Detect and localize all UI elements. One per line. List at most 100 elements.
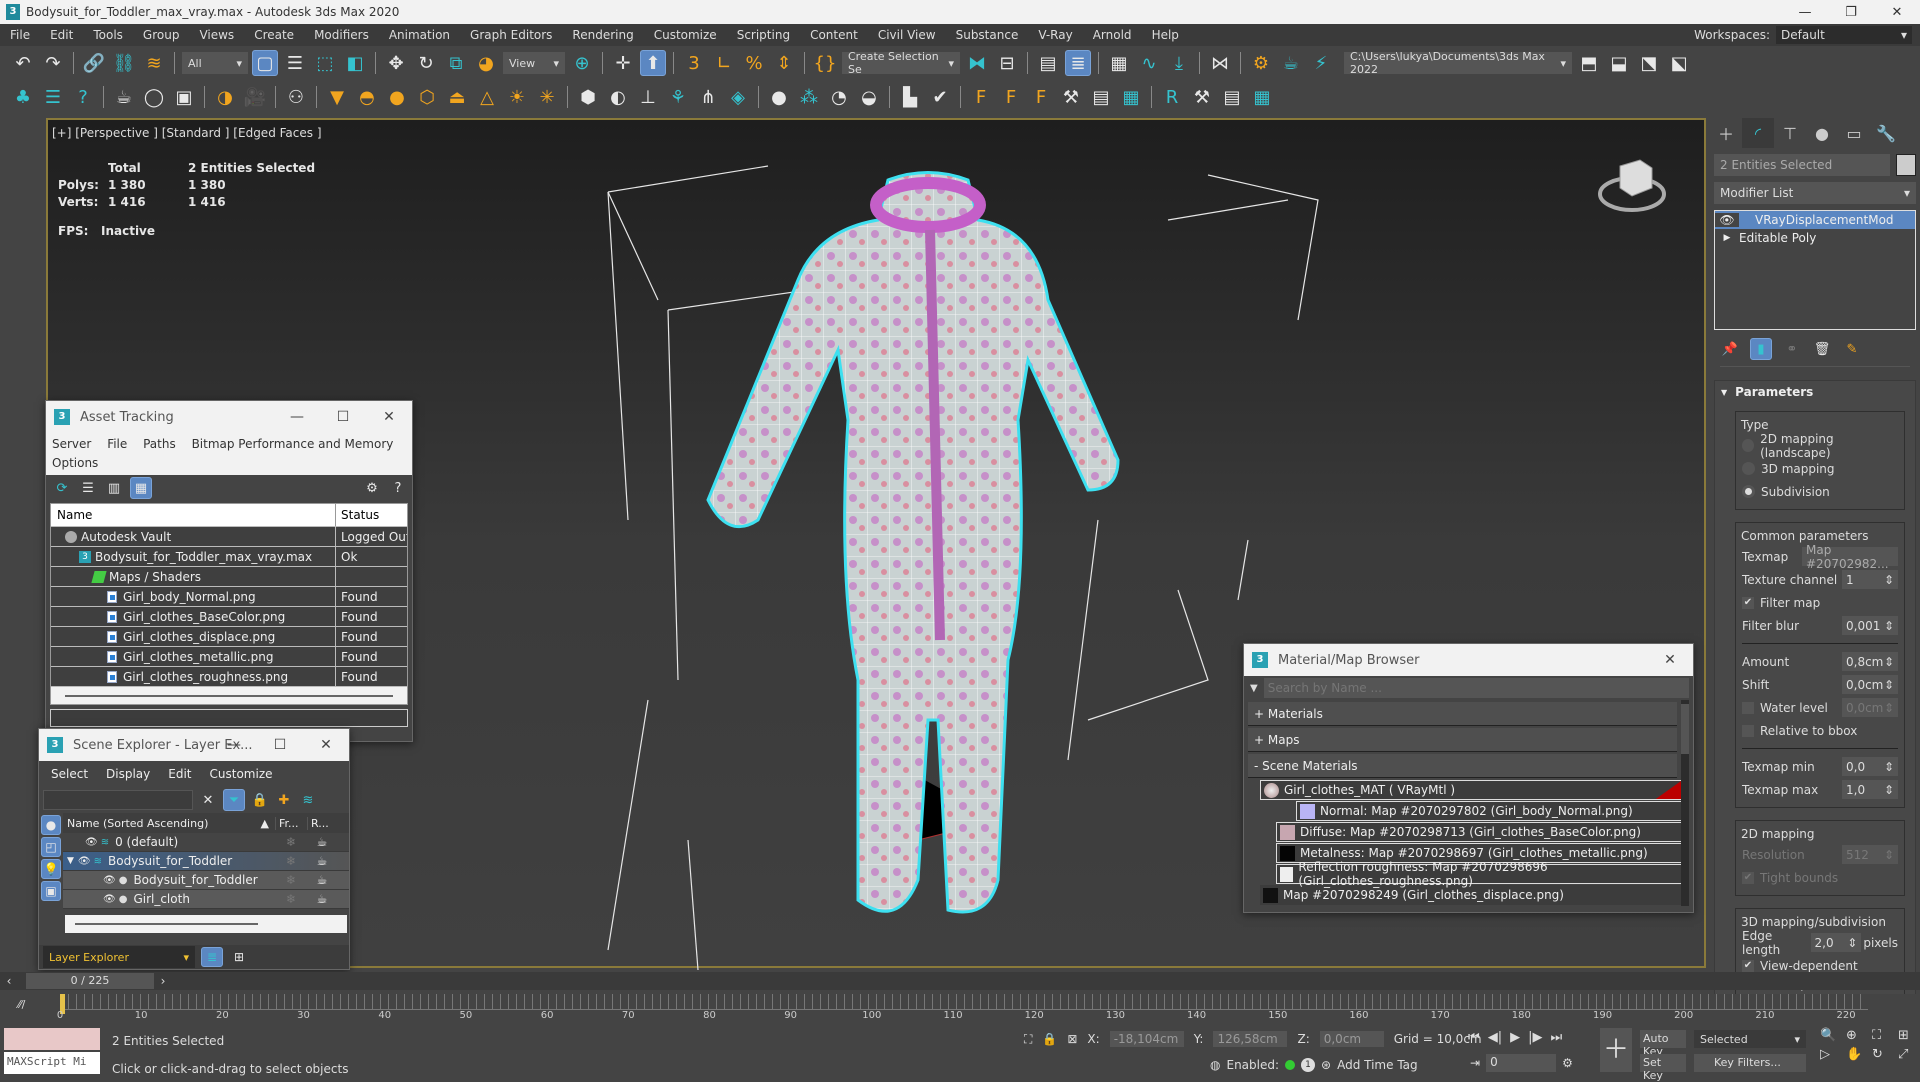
select-by-name-icon[interactable]: ☰ <box>282 50 308 76</box>
menu-paths[interactable]: Paths <box>143 437 176 451</box>
maximize-button[interactable]: ❐ <box>1828 0 1874 24</box>
display-tab-icon[interactable]: ▭ <box>1838 118 1870 148</box>
vray-ambient-light-icon[interactable]: ✳ <box>534 84 560 110</box>
edge-length-spinner[interactable]: 2,0 ⇕ <box>1810 933 1862 952</box>
vray-plane-light-icon[interactable]: ▼ <box>324 84 350 110</box>
pin-stack-icon[interactable]: 📌 <box>1720 338 1740 360</box>
project-path-field[interactable]: C:\Users\lukya\Documents\3ds Max 2022 ▾ <box>1344 50 1572 76</box>
help-icon[interactable]: ? <box>70 84 96 110</box>
freeze-icon[interactable]: ❄ <box>275 835 307 849</box>
rect-selection-icon[interactable]: ⬚ <box>312 50 338 76</box>
refresh-icon[interactable]: ⟳ <box>52 478 72 498</box>
type-option[interactable]: Subdivision <box>1742 480 1898 503</box>
menu-display[interactable]: Display <box>106 767 150 781</box>
options-menu-icon[interactable]: ▼ <box>1250 683 1258 694</box>
list-view-icon[interactable]: ☰ <box>78 478 98 498</box>
redo-icon[interactable]: ↷ <box>40 50 66 76</box>
menu-help[interactable]: Help <box>1142 28 1189 42</box>
vray-clipper-icon[interactable]: ◐ <box>605 84 631 110</box>
menu-animation[interactable]: Animation <box>379 28 460 42</box>
vray-multi-material-icon[interactable]: ⁂ <box>796 84 822 110</box>
shift-spinner[interactable]: 0,0cm ⇕ <box>1842 675 1898 694</box>
scene-states-icon[interactable]: ☰ <box>40 84 66 110</box>
zoom-all-icon[interactable]: ⊕ <box>1846 1028 1868 1043</box>
y-coordinate-field[interactable]: 126,58cm <box>1213 1031 1288 1047</box>
play-icon[interactable]: ▶ <box>1510 1030 1520 1045</box>
reference-coordinate-dropdown[interactable]: View ▾ <box>503 52 565 74</box>
teapot-icon[interactable]: ☕ <box>111 84 137 110</box>
eye-icon[interactable]: 👁 <box>1715 213 1739 227</box>
menu-customize[interactable]: Customize <box>644 28 727 42</box>
fm-icon[interactable]: F <box>1028 84 1054 110</box>
add-time-tag-button[interactable]: Add Time Tag <box>1337 1058 1418 1072</box>
material-search-input[interactable] <box>1263 678 1689 698</box>
menu-select[interactable]: Select <box>51 767 88 781</box>
horizontal-scrollbar[interactable] <box>65 915 347 933</box>
asset-row[interactable]: Girl_body_Normal.png Found <box>51 586 407 606</box>
scene-explorer-icon[interactable]: ⊞ <box>229 947 249 967</box>
next-frame-button[interactable]: › <box>154 974 172 988</box>
menu-substance[interactable]: Substance <box>946 28 1029 42</box>
percent-snap-icon[interactable]: % <box>741 50 767 76</box>
menu-bitmap-performance[interactable]: Bitmap Performance and Memory <box>192 437 394 451</box>
current-frame-field[interactable]: 0 <box>1486 1054 1557 1072</box>
create-tab-icon[interactable]: ＋ <box>1710 118 1742 148</box>
expand-icon[interactable]: ▼ <box>67 856 74 866</box>
x-coordinate-field[interactable]: -18,104cm <box>1109 1031 1184 1047</box>
undo-icon[interactable]: ↶ <box>10 50 36 76</box>
asset-row[interactable]: Autodesk Vault Logged Out .. <box>51 526 407 546</box>
tree-view-icon[interactable]: ▥ <box>104 478 124 498</box>
layer-explorer-icon[interactable]: ≣ <box>201 947 223 967</box>
tools2-icon[interactable]: ⚒ <box>1189 84 1215 110</box>
menu-tools[interactable]: Tools <box>83 28 133 42</box>
column-status[interactable]: Status <box>336 508 407 522</box>
minimize-button[interactable]: — <box>274 401 320 433</box>
prev-frame-button[interactable]: ‹ <box>0 974 18 988</box>
new-layer-icon[interactable]: ✚ <box>275 790 293 810</box>
orbit-icon[interactable]: ↻ <box>1872 1047 1894 1062</box>
zoom-extents-icon[interactable]: ⛶ <box>1872 1028 1894 1043</box>
key-mode-icon[interactable]: ⇥ <box>1470 1056 1480 1070</box>
freeze-icon[interactable]: ❄ <box>275 854 307 868</box>
make-unique-icon[interactable]: ⚭ <box>1782 338 1802 360</box>
fe-icon[interactable]: F <box>998 84 1024 110</box>
visibility-eye-icon[interactable]: 👁 <box>103 875 116 886</box>
go-to-start-icon[interactable]: ⏮ <box>1468 1030 1480 1045</box>
keyboard-shortcut-override-icon[interactable]: ⬆ <box>640 50 666 76</box>
material-item[interactable]: Girl_clothes_MAT ( VRayMtl ) <box>1260 780 1681 800</box>
named-selection-dropdown[interactable]: Create Selection Se ▾ <box>842 50 960 76</box>
maximize-button[interactable]: ☐ <box>320 401 366 433</box>
auto-key-button[interactable]: Auto Key <box>1640 1030 1686 1058</box>
layer-row[interactable]: ▼ 👁 ≋ Bodysuit_for_Toddler ❄ ☕ <box>63 852 349 871</box>
link-icon[interactable]: 🔗 <box>81 50 107 76</box>
display-cameras-icon[interactable]: ▣ <box>41 881 61 901</box>
time-slider[interactable]: ‹ 0 / 225 › <box>0 972 1920 990</box>
radio-button[interactable] <box>1742 439 1755 452</box>
absolute-mode-icon[interactable]: ⊠ <box>1067 1032 1077 1046</box>
menu-content[interactable]: Content <box>800 28 868 42</box>
zoom-icon[interactable]: 🔍 <box>1820 1028 1842 1043</box>
vray-mesh-light-icon[interactable]: ⬡ <box>414 84 440 110</box>
grid-window-icon[interactable]: ▦ <box>1118 84 1144 110</box>
relative-to-bbox-checkbox[interactable] <box>1742 724 1754 737</box>
vray-sphere-material-icon[interactable]: ● <box>766 84 792 110</box>
view-dependent-checkbox[interactable]: ✔ <box>1742 959 1754 972</box>
renderable-teapot-icon[interactable]: ☕ <box>307 835 337 849</box>
hierarchy-tab-icon[interactable]: ⊤ <box>1774 118 1806 148</box>
column-renderable[interactable]: R... <box>307 816 337 830</box>
texmap-min-spinner[interactable]: 0,0 ⇕ <box>1842 757 1898 776</box>
pivot-center-icon[interactable]: ⊕ <box>569 50 595 76</box>
search-input[interactable] <box>43 790 193 810</box>
parameters-rollout-header[interactable]: ▼ Parameters <box>1715 381 1915 403</box>
scene-explorer-titlebar[interactable]: 3 Scene Explorer - Layer Ex... — ☐ ✕ <box>39 729 349 761</box>
schematic-view-icon[interactable]: ⋈ <box>1207 50 1233 76</box>
go-to-end-icon[interactable]: ⏭ <box>1550 1030 1562 1045</box>
map-item[interactable]: Diffuse: Map #2070298713 (Girl_clothes_B… <box>1276 822 1681 842</box>
section-maps[interactable]: + Maps <box>1248 728 1677 752</box>
menu-rendering[interactable]: Rendering <box>562 28 643 42</box>
set-key-big-button[interactable]: ＋ <box>1600 1028 1632 1072</box>
select-object-icon[interactable]: ▢ <box>252 50 278 76</box>
menu-civil-view[interactable]: Civil View <box>868 28 946 42</box>
menu-customize[interactable]: Customize <box>210 767 273 781</box>
spinner-snap-icon[interactable]: ⇕ <box>771 50 797 76</box>
